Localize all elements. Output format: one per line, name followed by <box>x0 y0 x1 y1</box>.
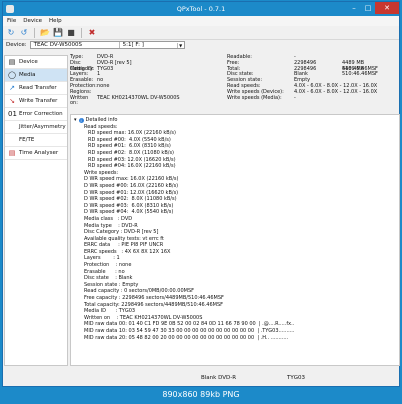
detail-line[interactable]: D WR speed #04: 4.0X (5540 kB/s) <box>71 209 399 216</box>
detail-line[interactable]: Media ID : TYG03 <box>71 308 399 315</box>
detail-line[interactable]: ERRC speeds : 4X 6X 8X 12X 16X <box>71 249 399 256</box>
detailed-info-lines: Read speeds: RD speed max: 16.0X (22160 k… <box>71 124 399 342</box>
sidebar-item-read-transfer[interactable]: ↗ Read Transfer <box>5 82 67 95</box>
status-bar: Blank DVD-R TYG03 <box>3 373 399 383</box>
info-row: Written on: TEAC KH0214370WL DV-W5000S Wri… <box>70 94 400 107</box>
sidebar-item-device[interactable]: ▤ Device <box>5 56 67 69</box>
menu-device[interactable]: Device <box>23 18 42 24</box>
sidebar-item-write-transfer[interactable]: ↘ Write Transfer <box>5 95 67 108</box>
maximize-button[interactable]: □ <box>361 2 375 14</box>
detail-line[interactable]: Available quality tests: vt errc ft <box>71 236 399 243</box>
detailed-info-panel[interactable]: ▾ i Detailed info Read speeds: RD speed m… <box>70 114 400 366</box>
sidebar-item-label: FE/TE <box>19 137 35 143</box>
toolbar-separator <box>81 27 82 38</box>
sidebar-item-label: Time Analyser <box>19 150 59 156</box>
time-analyser-icon: ▤ <box>8 149 16 157</box>
status-media-id: TYG03 <box>287 375 305 381</box>
info-label: Write speeds (Media): <box>227 94 282 101</box>
device-name: TEAC DV-W5000S <box>33 42 83 48</box>
image-caption: 890x860 89kb PNG <box>162 390 240 399</box>
stop-icon[interactable]: ■ <box>66 28 76 38</box>
info-value: TEAC KH0214370WL DV-W5000S <box>97 94 180 101</box>
detail-line[interactable]: Session state : Empty <box>71 282 399 289</box>
close-button[interactable]: ✕ <box>375 2 399 14</box>
sidebar-item-label: Write Transfer <box>19 98 58 104</box>
sidebar-item-label: Media <box>19 72 36 78</box>
sidebar-item-fete[interactable]: FE/TE <box>5 134 67 147</box>
detail-line[interactable]: Free capacity : 2298496 sectors/4489MB/5… <box>71 295 399 302</box>
detail-line[interactable]: RD speed #04: 16.0X (22160 kB/s) <box>71 163 399 170</box>
detail-line[interactable]: RD speed #01: 6.0X (8310 kB/s) <box>71 143 399 150</box>
detail-line[interactable]: Read speeds: <box>71 124 399 131</box>
detail-line[interactable]: RD speed #02: 8.0X (11080 kB/s) <box>71 150 399 157</box>
detail-line[interactable]: Total capacity: 2298496 sectors/4489MB/5… <box>71 302 399 309</box>
menu-file[interactable]: File <box>7 18 16 24</box>
sidebar-item-jitter[interactable]: Jitter/Asymmetry <box>5 121 67 134</box>
sidebar-item-media[interactable]: ◯ Media <box>5 69 67 82</box>
write-transfer-icon: ↘ <box>9 97 15 105</box>
info-value: - <box>294 94 296 101</box>
window-controls: – □ ✕ <box>347 2 399 16</box>
sidebar-item-label: Read Transfer <box>19 85 57 91</box>
detail-line[interactable]: RD speed #03: 12.0X (16620 kB/s) <box>71 157 399 164</box>
media-icon: ◯ <box>8 71 16 79</box>
title-bar: QPxTool - 0.7.1 – □ ✕ <box>3 2 399 16</box>
device-icon: ▤ <box>8 58 16 66</box>
sidebar-item-label: Error Correction <box>19 111 63 117</box>
sidebar-item-error-correction[interactable]: 01 Error Correction <box>5 108 67 121</box>
info-label: Written on: <box>70 94 89 107</box>
detail-line[interactable]: MID raw data 10: 03 54 59 47 30 33 00 00… <box>71 328 399 335</box>
detail-line[interactable]: RD speed #00: 4.0X (5540 kB/s) <box>71 137 399 144</box>
window-title: QPxTool - 0.7.1 <box>176 5 226 13</box>
device-select[interactable]: TEAC DV-W5000S 5:1[ F: ] ▼ <box>29 41 185 49</box>
sidebar-item-time-analyser[interactable]: ▤ Time Analyser <box>5 147 67 160</box>
status-media: Blank DVD-R <box>201 375 237 381</box>
collapse-icon[interactable]: ▾ <box>74 117 77 124</box>
detailed-info-header[interactable]: ▾ i Detailed info <box>71 117 399 124</box>
read-transfer-icon: ↗ <box>9 84 15 92</box>
detail-line[interactable]: Written on : TEAC KH0214370WL DV-W5000S <box>71 315 399 322</box>
minimize-button[interactable]: – <box>347 2 361 14</box>
detail-line[interactable]: Media type : DVD-R <box>71 223 399 230</box>
detail-line[interactable]: D WR speed #00: 16.0X (22160 kB/s) <box>71 183 399 190</box>
detail-line[interactable]: Layers : 1 <box>71 255 399 262</box>
detail-line[interactable]: Protection : none <box>71 262 399 269</box>
menu-help[interactable]: Help <box>49 18 62 24</box>
device-bar: Device: TEAC DV-W5000S 5:1[ F: ] ▼ <box>3 40 399 50</box>
sidebar-item-label: Device <box>19 59 38 65</box>
open-icon[interactable]: 📂 <box>40 28 50 38</box>
qpxtool-window: QPxTool - 0.7.1 – □ ✕ File Device Help ↻… <box>2 1 400 387</box>
detail-line[interactable]: Disc Category : DVD-R [rev 5] <box>71 229 399 236</box>
detail-line[interactable]: D WR speed #03: 6.0X (8310 kB/s) <box>71 203 399 210</box>
info-icon: i <box>78 117 84 123</box>
refresh-icon[interactable]: ↻ <box>6 28 16 38</box>
chevron-down-icon[interactable]: ▼ <box>176 42 184 48</box>
reload-icon[interactable]: ↺ <box>19 28 29 38</box>
detail-line[interactable]: Media class : DVD <box>71 216 399 223</box>
tools-icon[interactable]: ✖ <box>87 28 97 38</box>
detail-line[interactable]: D WR speed #01: 12.0X (16620 kB/s) <box>71 190 399 197</box>
detail-line[interactable]: Erasable : no <box>71 269 399 276</box>
save-icon[interactable]: 💾 <box>53 28 63 38</box>
toolbar-separator <box>34 27 35 38</box>
menu-bar: File Device Help <box>3 16 399 26</box>
device-bus: 5:1[ F: ] <box>118 42 177 48</box>
error-correction-icon: 01 <box>8 110 17 118</box>
sidebar: ▤ Device ◯ Media ↗ Read Transfer ↘ Write… <box>4 55 68 366</box>
media-info-grid: Type: DVD-R Readable: - Disc Category: DVD-R… <box>70 54 400 113</box>
detail-line[interactable]: Read capacity : 0 sectors/0MB/00:00.00MS… <box>71 288 399 295</box>
detail-line[interactable]: D WR speed #02: 8.0X (11080 kB/s) <box>71 196 399 203</box>
detail-line[interactable]: RD speed max: 16.0X (22160 kB/s) <box>71 130 399 137</box>
detail-line[interactable]: Write speeds: <box>71 170 399 177</box>
device-label: Device: <box>6 42 27 48</box>
toolbar: ↻ ↺ 📂 💾 ■ ✖ <box>3 26 399 40</box>
detail-line[interactable]: MID raw data 00: 01 40 C1 FD 9E 0B 52 00… <box>71 321 399 328</box>
detail-line[interactable]: Disc state : Blank <box>71 275 399 282</box>
detail-line[interactable]: MID raw data 20: 05 48 82 00 20 00 00 00… <box>71 335 399 342</box>
sidebar-item-label: Jitter/Asymmetry <box>19 124 66 130</box>
detailed-info-title: Detailed info <box>85 117 118 123</box>
detail-line[interactable]: ERRC data : PIE PI8 PIF UNCR <box>71 242 399 249</box>
detail-line[interactable]: D WR speed max: 16.0X (22160 kB/s) <box>71 176 399 183</box>
